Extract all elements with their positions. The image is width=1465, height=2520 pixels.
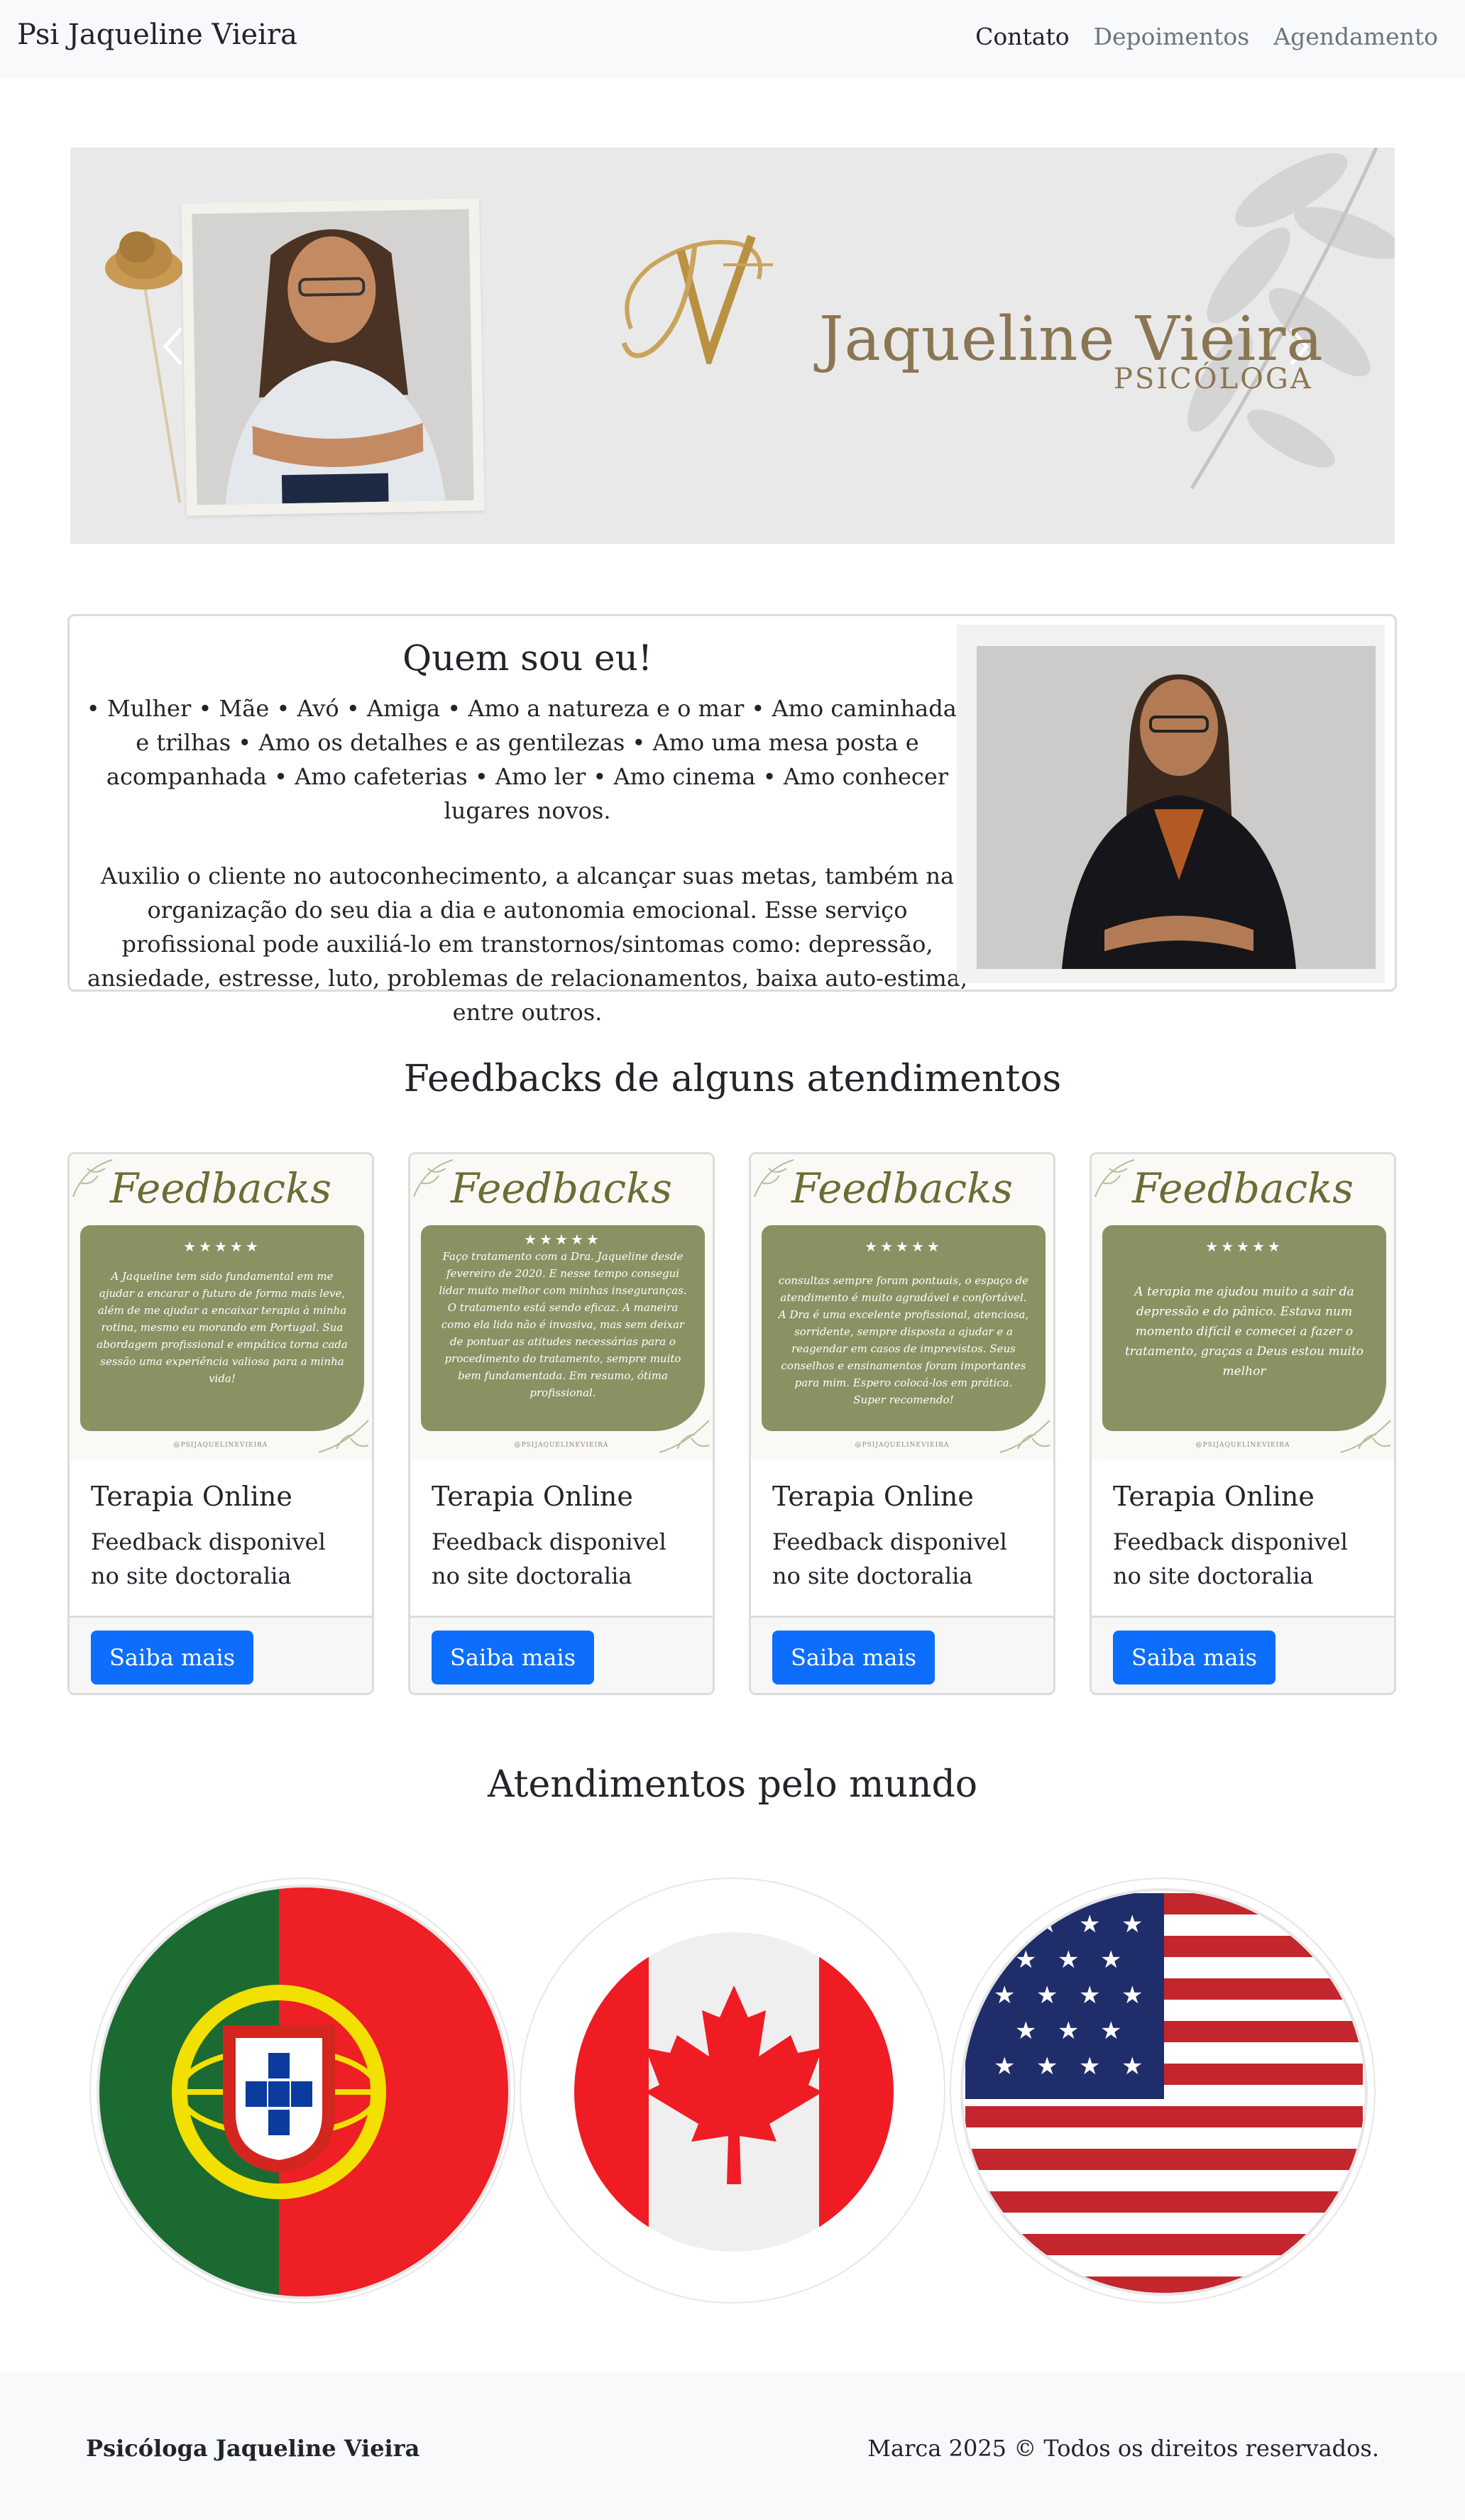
- saiba-mais-button[interactable]: Saiba mais: [91, 1631, 254, 1684]
- feedback-quote: consultas sempre foram pontuais, o espaç…: [778, 1274, 1029, 1406]
- feedback-card: Feedbacks ★★★★★ A terapia me ajudou muit…: [1090, 1152, 1396, 1695]
- rating-stars: ★★★★★: [865, 1238, 943, 1255]
- leaf-ornament-icon: [999, 1420, 1050, 1453]
- footer-brand: Psicóloga Jaqueline Vieira: [86, 2435, 420, 2462]
- card-body: Terapia Online Feedback disponivel no si…: [772, 1481, 1042, 1593]
- card-footer: Saiba mais: [1092, 1616, 1394, 1693]
- saiba-mais-button[interactable]: Saiba mais: [432, 1631, 595, 1684]
- svg-text:★: ★: [1100, 2017, 1121, 2045]
- footer-copyright: Marca 2025 © Todos os direitos reservado…: [867, 2435, 1379, 2462]
- card-footer: Saiba mais: [70, 1616, 372, 1693]
- feedback-image: Feedbacks ★★★★★ Faço tratamento com a Dr…: [410, 1154, 713, 1459]
- footer: Psicóloga Jaqueline Vieira Marca 2025 © …: [0, 2372, 1465, 2520]
- portugal-flag-icon: [89, 1878, 515, 2303]
- svg-text:★: ★: [1036, 1981, 1058, 2010]
- feedback-image-title: Feedbacks: [110, 1164, 331, 1212]
- feedback-quote-box: ★★★★★ Faço tratamento com a Dra. Jaqueli…: [421, 1225, 705, 1431]
- svg-text:★: ★: [994, 1981, 1015, 2010]
- saiba-mais-button[interactable]: Saiba mais: [772, 1631, 935, 1684]
- world-title: Atendimentos pelo mundo: [487, 1763, 978, 1806]
- card-body: Terapia Online Feedback disponivel no si…: [91, 1481, 361, 1593]
- feedback-image: Feedbacks ★★★★★ A terapia me ajudou muit…: [1092, 1154, 1394, 1459]
- card-text: Feedback disponivel no site doctoralia: [91, 1528, 326, 1589]
- navbar: Psi Jaqueline Vieira Contato Depoimentos…: [0, 0, 1465, 79]
- svg-text:★: ★: [1058, 1946, 1079, 1974]
- svg-text:★: ★: [1121, 1910, 1143, 1939]
- svg-text:★: ★: [1036, 2052, 1058, 2081]
- navbar-brand[interactable]: Psi Jaqueline Vieira: [17, 18, 297, 51]
- card-text: Feedback disponivel no site doctoralia: [772, 1528, 1007, 1589]
- nav-link-depoimentos[interactable]: Depoimentos: [1094, 23, 1250, 50]
- svg-text:★: ★: [994, 1910, 1015, 1939]
- canada-flag-icon: [520, 1878, 945, 2303]
- svg-text:★: ★: [1036, 1910, 1058, 1939]
- svg-text:★: ★: [1058, 2017, 1079, 2045]
- svg-text:★: ★: [1015, 2017, 1036, 2045]
- card-footer: Saiba mais: [410, 1616, 713, 1693]
- leaf-ornament-icon: [1340, 1420, 1391, 1453]
- feedback-image: Feedbacks ★★★★★ consultas sempre foram p…: [751, 1154, 1053, 1459]
- feedback-quote-box: ★★★★★ A Jaqueline tem sido fundamental e…: [80, 1225, 364, 1431]
- card-text: Feedback disponivel no site doctoralia: [1113, 1528, 1348, 1589]
- rating-stars: ★★★★★: [524, 1231, 602, 1248]
- feedback-image: Feedbacks ★★★★★ A Jaqueline tem sido fun…: [70, 1154, 372, 1459]
- feedback-quote: Faço tratamento com a Dra. Jaqueline des…: [439, 1250, 687, 1399]
- psychologist-photo-frame: [181, 198, 485, 516]
- nav-links: Contato Depoimentos Agendamento: [975, 23, 1438, 50]
- svg-text:★: ★: [1079, 1981, 1100, 2010]
- about-card: Quem sou eu! • Mulher • Mãe • Avó • Amig…: [67, 614, 1397, 1026]
- svg-text:★: ★: [1121, 1981, 1143, 2010]
- usa-flag-icon: ★ ★ ★ ★ ★ ★ ★ ★ ★ ★ ★ ★ ★ ★ ★ ★ ★ ★: [950, 1878, 1376, 2303]
- about-title: Quem sou eu!: [402, 637, 652, 679]
- leaf-ornament-icon: [318, 1420, 369, 1453]
- svg-text:★: ★: [1079, 2052, 1100, 2081]
- card-body: Terapia Online Feedback disponivel no si…: [432, 1481, 701, 1593]
- feedback-quote: A terapia me ajudou muito a sair da depr…: [1124, 1285, 1364, 1379]
- feedback-image-title: Feedbacks: [1132, 1164, 1354, 1212]
- feedback-quote-box: ★★★★★ consultas sempre foram pontuais, o…: [762, 1225, 1046, 1431]
- feedbacks-title: Feedbacks de alguns atendimentos: [403, 1058, 1062, 1100]
- svg-text:★: ★: [994, 2052, 1015, 2081]
- nav-link-contato[interactable]: Contato: [975, 23, 1069, 50]
- feedback-card: Feedbacks ★★★★★ consultas sempre foram p…: [749, 1152, 1055, 1695]
- logo-subtitle: PSICÓLOGA: [1114, 363, 1313, 395]
- about-paragraph-services: Auxilio o cliente no autoconhecimento, a…: [87, 862, 967, 1026]
- jv-monogram-logo: [621, 235, 773, 364]
- card-title: Terapia Online: [432, 1481, 633, 1512]
- nav-link-agendamento[interactable]: Agendamento: [1273, 23, 1438, 50]
- leaf-ornament-icon: [659, 1420, 710, 1453]
- feedback-image-title: Feedbacks: [791, 1164, 1013, 1212]
- feedback-image-title: Feedbacks: [451, 1164, 672, 1212]
- feedback-card: Feedbacks ★★★★★ Faço tratamento com a Dr…: [408, 1152, 715, 1695]
- svg-text:★: ★: [1121, 2052, 1143, 2081]
- about-text: Quem sou eu! • Mulher • Mãe • Avó • Amig…: [84, 637, 971, 1029]
- card-footer: Saiba mais: [751, 1616, 1053, 1693]
- about-paragraph-interests: • Mulher • Mãe • Avó • Amiga • Amo a nat…: [86, 695, 969, 824]
- rating-stars: ★★★★★: [183, 1238, 261, 1255]
- card-title: Terapia Online: [772, 1481, 974, 1512]
- card-title: Terapia Online: [91, 1481, 292, 1512]
- psychologist-photo: [192, 209, 474, 505]
- card-title: Terapia Online: [1113, 1481, 1315, 1512]
- rating-stars: ★★★★★: [1205, 1238, 1283, 1255]
- about-photo-frame: [957, 625, 1385, 983]
- carousel-prev-icon[interactable]: [160, 325, 188, 368]
- saiba-mais-button[interactable]: Saiba mais: [1113, 1631, 1276, 1684]
- svg-text:★: ★: [1100, 1946, 1121, 1974]
- feedback-quote-box: ★★★★★ A terapia me ajudou muito a sair d…: [1102, 1225, 1386, 1431]
- card-body: Terapia Online Feedback disponivel no si…: [1113, 1481, 1383, 1593]
- svg-text:★: ★: [1079, 1910, 1100, 1939]
- hero-carousel: Jaqueline Vieira PSICÓLOGA: [70, 148, 1395, 544]
- card-text: Feedback disponivel no site doctoralia: [432, 1528, 666, 1589]
- feedback-card: Feedbacks ★★★★★ A Jaqueline tem sido fun…: [67, 1152, 374, 1695]
- about-photo: [977, 646, 1376, 969]
- feedback-quote: A Jaqueline tem sido fundamental em me a…: [97, 1270, 348, 1385]
